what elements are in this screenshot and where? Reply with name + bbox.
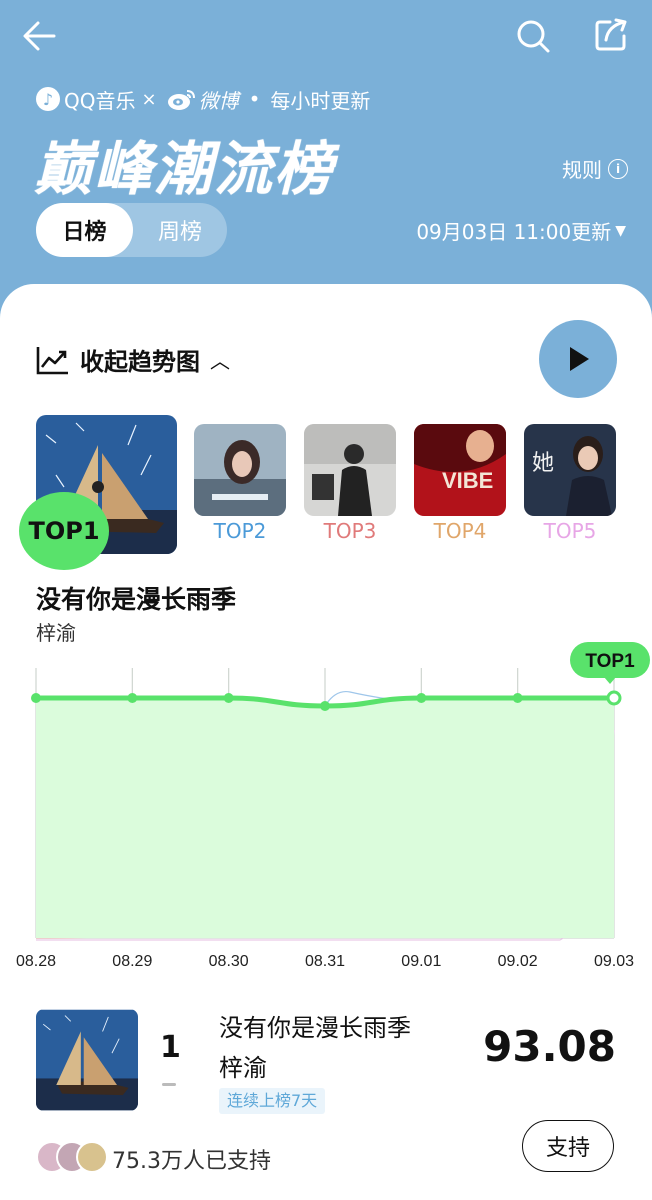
top5-album-cover[interactable]: 她 (524, 424, 616, 516)
x-tick-label: 08.30 (209, 953, 249, 970)
top3-label: TOP3 (323, 519, 377, 543)
chevron-up-icon: ︿ (210, 349, 230, 373)
update-time-selector[interactable]: 09月03日 11:00更新 ▼ (416, 216, 626, 245)
top1-badge: TOP1 (19, 492, 109, 570)
qq-music-logo-icon: ♪ (36, 87, 60, 111)
list-item-artist[interactable]: 梓渝 (219, 1048, 267, 1083)
chart-point (320, 701, 330, 711)
x-tick-label: 09.01 (401, 953, 441, 970)
list-item-score: 93.08 (483, 1022, 616, 1071)
rank-change-indicator (162, 1083, 176, 1086)
update-time-label: 09月03日 11:00更新 (416, 220, 612, 244)
svg-text:她: 她 (532, 451, 554, 476)
x-tick-label: 08.28 (16, 953, 56, 970)
x-tick-label: 09.03 (594, 953, 634, 970)
trend-chart: 08.28 08.29 08.30 08.31 09.01 09.02 09.03 TOP1 (16, 642, 650, 970)
collapse-trend-button[interactable]: 收起趋势图 ︿ (36, 342, 230, 377)
brand-qq-label: QQ音乐 (64, 88, 136, 113)
brand-weibo-label: 微博 (198, 88, 239, 113)
chart-point (606, 690, 622, 706)
streak-badge: 连续上榜7天 (219, 1088, 326, 1114)
x-tick-label: 08.29 (112, 953, 152, 970)
chart-point (512, 693, 523, 703)
svg-text:VIBE: VIBE (442, 468, 493, 493)
play-all-button[interactable] (539, 320, 617, 398)
top4-label: TOP4 (433, 519, 487, 543)
x-tick-label: 08.31 (305, 953, 345, 970)
share-icon[interactable] (589, 13, 633, 57)
chart-point (223, 693, 234, 703)
weibo-logo-icon (167, 90, 195, 110)
tab-bar: 日榜 周榜 (36, 203, 227, 257)
top5-label: TOP5 (543, 519, 597, 543)
rules-label: 规则 (562, 158, 602, 182)
page-title: 巅峰潮流榜 (34, 135, 335, 203)
caret-down-icon: ▼ (615, 222, 626, 239)
avatar (76, 1141, 108, 1173)
chart-point (416, 693, 427, 703)
collapse-trend-label: 收起趋势图 (80, 348, 200, 376)
supporter-count: 75.3万人已支持 (112, 1149, 271, 1174)
selected-song-title: 没有你是漫长雨季 (36, 585, 237, 614)
top1-area (36, 698, 614, 938)
current-rank-tooltip: TOP1 (570, 642, 650, 684)
support-button[interactable]: 支持 (522, 1120, 614, 1172)
list-item-title[interactable]: 没有你是漫长雨季 (219, 1008, 411, 1043)
brand-separator: × (141, 88, 157, 110)
top4-album-cover[interactable]: VIBE (414, 424, 506, 516)
chart-point (127, 693, 138, 703)
top3-album-cover[interactable] (304, 424, 396, 516)
top2-label: TOP2 (213, 519, 267, 543)
list-item-cover[interactable] (36, 1009, 138, 1111)
brand-dot: • (248, 87, 261, 111)
header: ♪ QQ音乐 × 微博 • 每小时更新 巅峰潮流榜 规则 i 日榜 周榜 09月… (0, 0, 652, 300)
brand-bar: ♪ QQ音乐 × 微博 • 每小时更新 (36, 84, 370, 114)
chart-point (31, 693, 41, 703)
rules-link[interactable]: 规则 i (562, 154, 628, 183)
info-icon: i (608, 158, 628, 179)
trend-chart-icon (36, 346, 68, 374)
search-icon[interactable] (511, 14, 555, 58)
back-icon[interactable] (18, 14, 62, 58)
tab-daily[interactable]: 日榜 (36, 203, 133, 257)
brand-update-label: 每小时更新 (270, 88, 371, 113)
tab-weekly[interactable]: 周榜 (133, 203, 227, 257)
current-rank-label: TOP1 (585, 651, 635, 672)
supporter-avatars (36, 1141, 108, 1173)
list-item-rank: 1 (160, 1030, 181, 1065)
x-tick-label: 09.02 (498, 953, 538, 970)
play-icon (570, 347, 589, 371)
top2-album-cover[interactable] (194, 424, 286, 516)
